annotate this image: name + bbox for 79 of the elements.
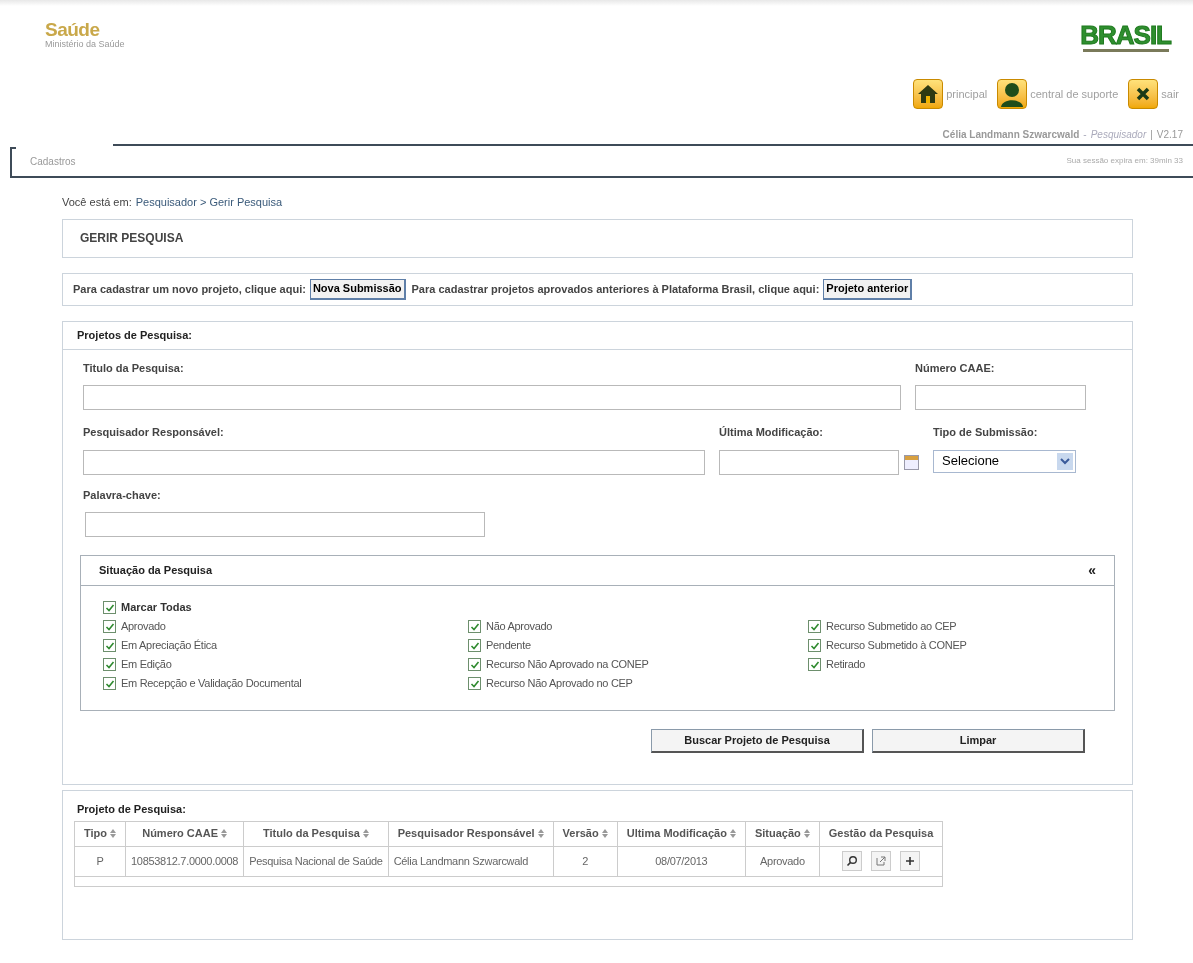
type-dropdown[interactable]: Selecione — [933, 449, 1076, 473]
sort-icon[interactable] — [803, 829, 810, 838]
checkbox[interactable] — [468, 639, 481, 652]
instruction-text: Para cadastrar projetos aprovados anteriores à Plataforma Brasil, clique aqui: — [411, 281, 820, 297]
checkbox[interactable] — [808, 658, 821, 671]
field-label: Palavra-chave: — [83, 487, 162, 503]
role-separator: - — [1083, 128, 1087, 142]
panel-title: Projetos de Pesquisa: — [63, 321, 1132, 350]
logo-title: Saúde — [45, 20, 101, 39]
checkbox-label: Recurso Não Aprovado na CONEP — [486, 657, 649, 673]
table-cell: 08/07/2013 — [617, 846, 746, 876]
panel-title: Projeto de Pesquisa: — [76, 802, 187, 817]
panel-title: Situação da Pesquisa — [99, 563, 213, 579]
breadcrumb-link[interactable]: Pesquisador > Gerir Pesquisa — [135, 194, 283, 211]
search-icon[interactable] — [842, 851, 863, 871]
sort-icon[interactable] — [110, 829, 116, 838]
checkbox-label: Recurso Não Aprovado no CEP — [486, 676, 633, 692]
action-button[interactable]: Buscar Projeto de Pesquisa — [651, 729, 864, 753]
sort-icon[interactable] — [221, 829, 227, 838]
text-field[interactable] — [85, 512, 485, 537]
close-icon[interactable] — [1128, 79, 1159, 109]
table-cell: Pesquisa Nacional de Saúde — [243, 846, 389, 876]
checkbox[interactable] — [468, 658, 481, 671]
submit-button[interactable]: Projeto anterior — [823, 278, 913, 300]
checkbox-label: Em Apreciação Ética — [121, 638, 217, 654]
field-label: Última Modificação: — [719, 425, 824, 440]
brand-logo: BRASIL — [1080, 22, 1171, 52]
checkbox-label: Recurso Submetido ao CEP — [826, 619, 957, 635]
checkbox-label: Em Edição — [121, 657, 172, 673]
checkbox[interactable] — [103, 601, 116, 614]
checkbox[interactable] — [808, 620, 821, 633]
instruction-text: Para cadastrar um novo projeto, clique aqui: — [73, 281, 306, 297]
page-title-bar: GERIR PESQUISA — [62, 218, 1133, 258]
checkbox-label: Retirado — [826, 657, 866, 673]
submit-button[interactable]: Nova Submissão — [309, 278, 406, 300]
version-label: V2.17 — [1156, 128, 1183, 142]
user-role: Pesquisador — [1090, 128, 1147, 142]
checkbox-label: Pendente — [486, 638, 531, 654]
sort-icon[interactable] — [537, 829, 544, 838]
home-icon[interactable] — [913, 79, 944, 109]
table-cell: 10853812.7.0000.0008 — [125, 846, 244, 876]
checkbox[interactable] — [468, 677, 481, 690]
sort-icon[interactable] — [729, 829, 736, 838]
collapse-toggle[interactable]: « — [1088, 560, 1096, 581]
table-cell: 2 — [553, 846, 618, 876]
dropdown-icon[interactable] — [1057, 452, 1073, 470]
person-icon[interactable] — [997, 79, 1028, 109]
text-field[interactable] — [719, 449, 899, 475]
text-field[interactable] — [83, 449, 705, 475]
sort-icon[interactable] — [601, 829, 608, 838]
table-cell: Célia Landmann Szwarcwald — [388, 846, 554, 876]
checkbox[interactable] — [103, 658, 116, 671]
calendar-icon[interactable] — [904, 454, 919, 470]
checkbox-label: Aprovado — [121, 619, 166, 635]
checkbox[interactable] — [103, 620, 116, 633]
checkbox[interactable] — [468, 620, 481, 633]
plus-icon[interactable] — [900, 851, 921, 871]
checkbox[interactable] — [103, 677, 116, 690]
checkbox-label: Em Recepção e Validação Documental — [121, 676, 302, 692]
breadcrumb-label: Você está em: — [62, 195, 132, 210]
field-label: Titulo da Pesquisa: — [83, 360, 185, 376]
session-timer: Sua sessão expira em: 39min 33 — [1066, 155, 1183, 167]
checkbox[interactable] — [808, 639, 821, 652]
field-label: Pesquisador Responsável: — [83, 425, 225, 440]
checkbox[interactable] — [103, 639, 116, 652]
version-separator: | — [1150, 128, 1153, 142]
checkbox-label: Recurso Submetido à CONEP — [826, 638, 967, 654]
action-button[interactable]: Limpar — [872, 729, 1085, 753]
text-field[interactable] — [83, 385, 901, 410]
sort-icon[interactable] — [362, 829, 369, 838]
checkbox-label: Não Aprovado — [486, 619, 553, 635]
user-name: Célia Landmann Szwarcwald — [942, 128, 1080, 142]
logo-subtitle: Ministério da Saúde — [45, 40, 125, 49]
field-label: Tipo de Submissão: — [933, 425, 1039, 440]
table-cell: P — [74, 846, 126, 876]
checkbox-label: Marcar Todas — [121, 600, 192, 616]
table-cell: Aprovado — [745, 846, 820, 876]
text-field[interactable] — [915, 385, 1086, 410]
field-label: Número CAAE: — [915, 360, 996, 376]
